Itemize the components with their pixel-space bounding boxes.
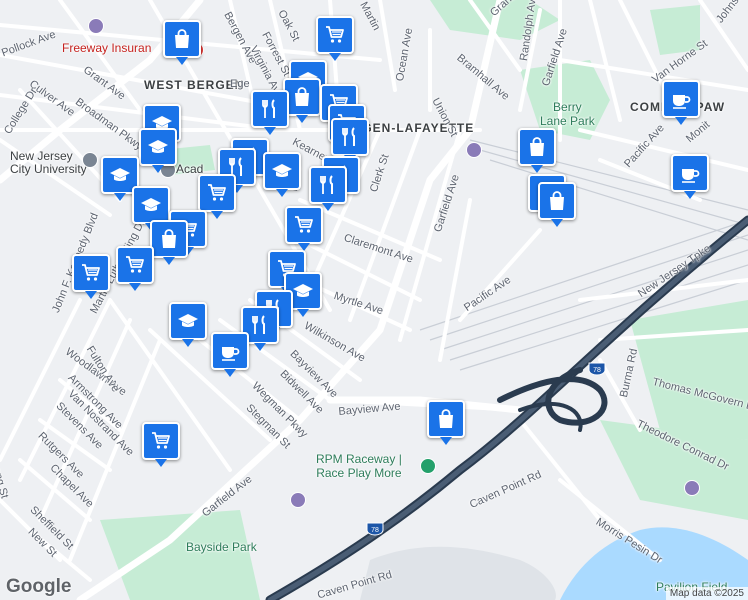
transit-icon[interactable] [466, 142, 482, 158]
map-marker-graduation-cap[interactable] [263, 152, 301, 197]
transit-icon[interactable] [684, 480, 700, 496]
cart-icon [295, 216, 313, 233]
shield-number: 78 [371, 527, 379, 534]
map-marker-shopping-bag[interactable] [163, 20, 201, 65]
interstate-shield-icon: 78 [366, 522, 384, 536]
interstate-shield-icon: 78 [588, 362, 606, 376]
coffee-cup-icon [222, 347, 240, 361]
map-marker-graduation-cap[interactable] [139, 128, 177, 173]
map-marker-restaurant[interactable] [331, 118, 369, 163]
transit-icon[interactable] [88, 18, 104, 34]
cart-icon [326, 26, 344, 43]
graduation-cap-icon [293, 284, 313, 297]
map-marker-cart[interactable] [198, 174, 236, 219]
map-marker-cart[interactable] [142, 422, 180, 467]
google-logo: Google [6, 576, 72, 597]
map-marker-shopping-bag[interactable] [518, 128, 556, 173]
map-marker-shopping-bag[interactable] [538, 182, 576, 227]
cart-icon [152, 432, 170, 449]
map-marker-restaurant[interactable] [251, 90, 289, 135]
restaurant-icon [262, 99, 275, 118]
shopping-bag-icon [295, 87, 309, 106]
map-marker-coffee-cup[interactable] [671, 154, 709, 199]
map-attribution[interactable]: Map data ©2025 [665, 587, 748, 600]
shopping-bag-icon [175, 29, 189, 48]
map-canvas[interactable]: WEST BERGEN BERGEN-LAFAYETTE COMMUNIPAW … [0, 0, 748, 600]
map-marker-cart[interactable] [285, 206, 323, 251]
map-marker-cart[interactable] [72, 254, 110, 299]
graduation-cap-icon [141, 198, 161, 211]
shopping-bag-icon [550, 191, 564, 210]
map-marker-restaurant[interactable] [309, 166, 347, 211]
restaurant-icon [252, 315, 265, 334]
map-marker-cart[interactable] [316, 16, 354, 61]
map-marker-cart[interactable] [116, 246, 154, 291]
map-marker-shopping-bag[interactable] [150, 220, 188, 265]
map-marker-shopping-bag[interactable] [427, 400, 465, 445]
shopping-bag-icon [530, 137, 544, 156]
graduation-cap-icon [272, 164, 292, 177]
cart-icon [82, 264, 100, 281]
raceway-pin-icon[interactable] [420, 458, 436, 474]
graduation-cap-icon [110, 168, 130, 181]
map-marker-coffee-cup[interactable] [662, 80, 700, 125]
coffee-cup-icon [673, 95, 691, 109]
shield-number: 78 [593, 367, 601, 374]
map-base-layer [0, 0, 748, 600]
university-icon[interactable] [82, 152, 98, 168]
graduation-cap-icon [148, 140, 168, 153]
map-marker-graduation-cap[interactable] [132, 186, 170, 231]
cart-icon [126, 256, 144, 273]
transit-icon[interactable] [290, 492, 306, 508]
map-marker-coffee-cup[interactable] [211, 332, 249, 377]
shopping-bag-icon [439, 409, 453, 428]
restaurant-icon [342, 127, 355, 146]
restaurant-icon [320, 175, 333, 194]
coffee-cup-icon [682, 169, 700, 183]
shopping-bag-icon [162, 229, 176, 248]
cart-icon [208, 184, 226, 201]
map-marker-graduation-cap[interactable] [169, 302, 207, 347]
graduation-cap-icon [178, 314, 198, 327]
